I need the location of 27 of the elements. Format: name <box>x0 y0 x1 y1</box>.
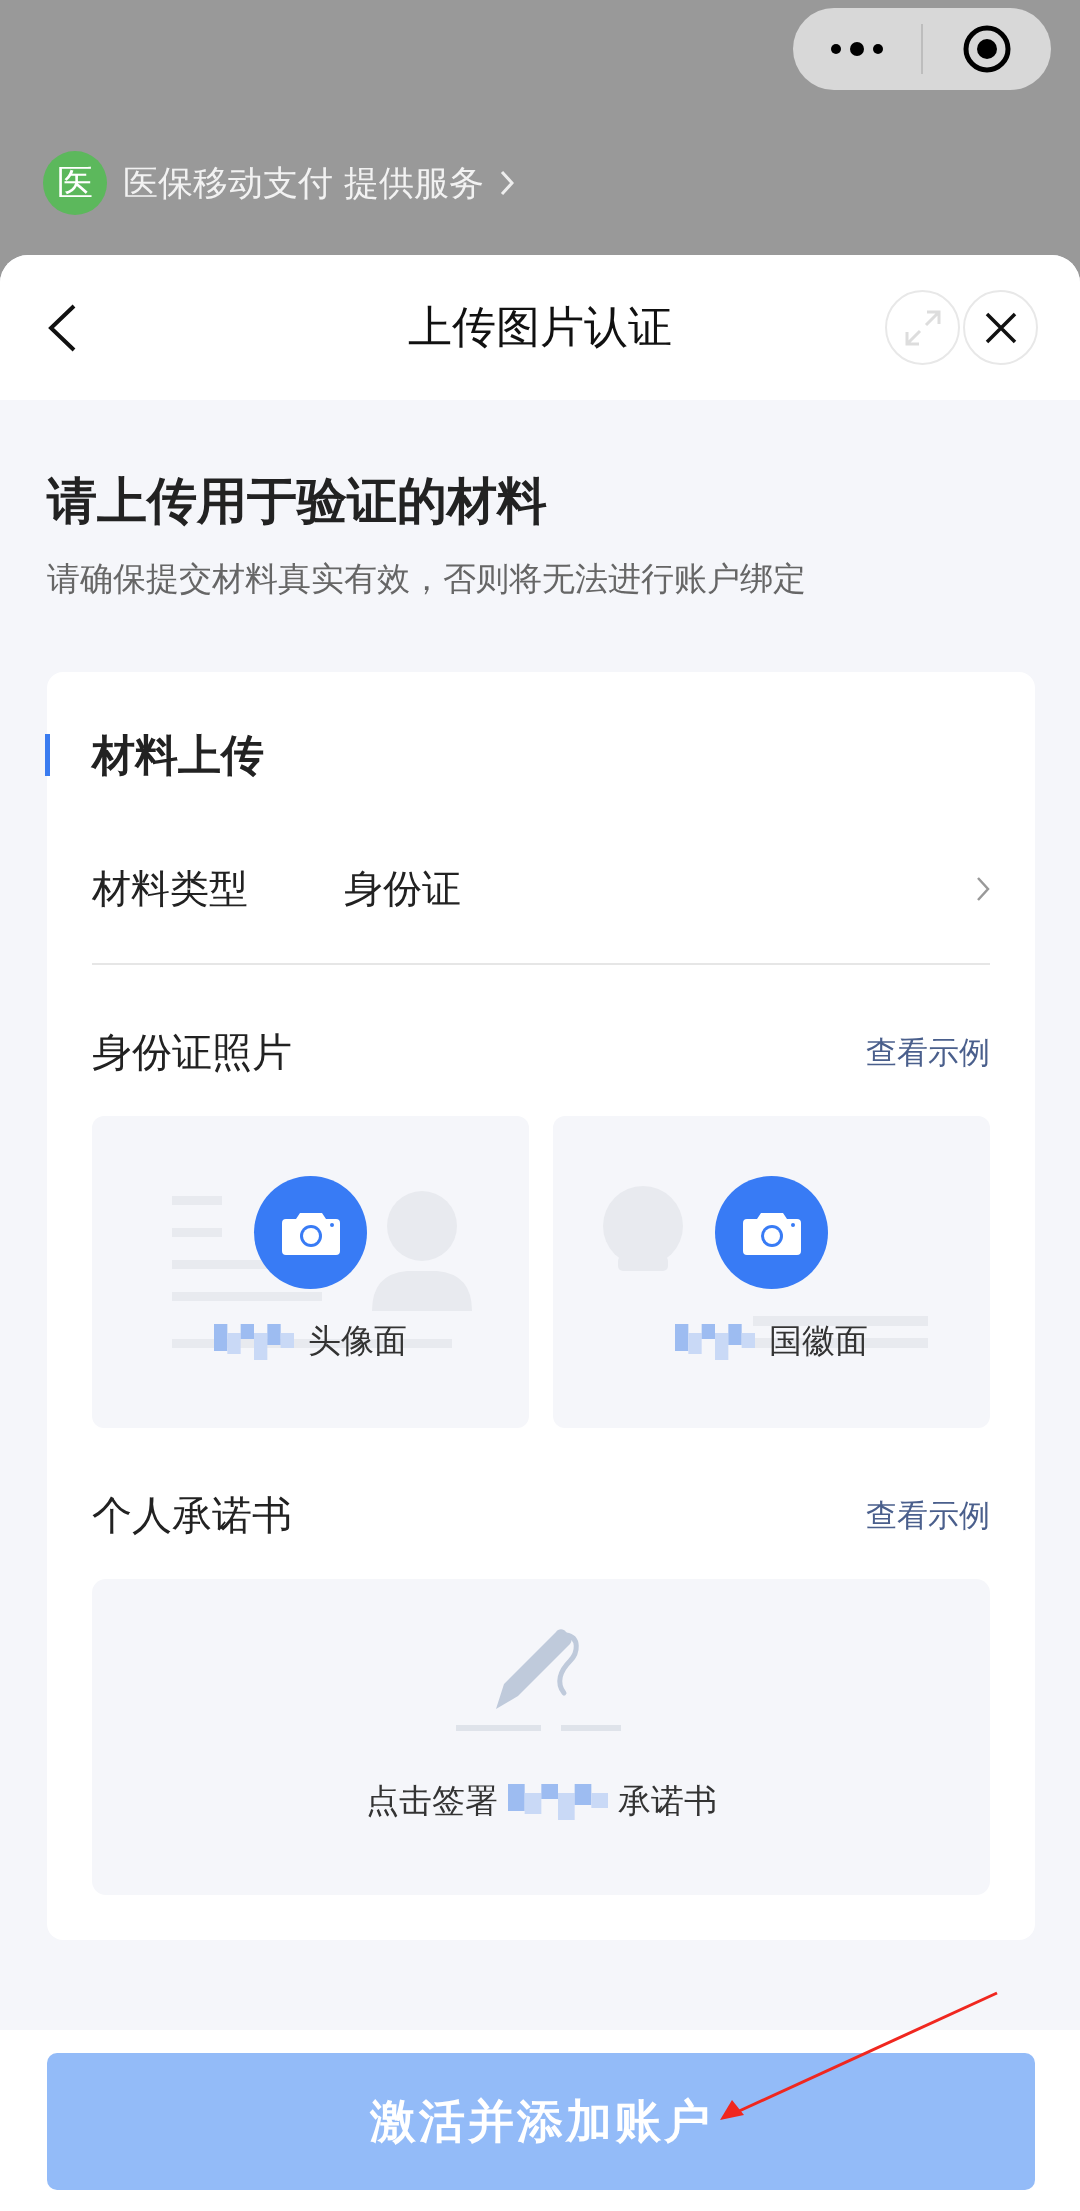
record-icon[interactable] <box>962 24 1012 74</box>
page-heading: 请上传用于验证的材料 <box>47 471 548 532</box>
example-link[interactable]: 查看示例 <box>866 1494 990 1537</box>
field-value: 身份证 <box>344 865 462 913</box>
subtitle: 请确保提交材料真实有效，否则将无法进行账户绑定 <box>47 558 807 600</box>
accent-bar <box>45 734 50 776</box>
material-type-row[interactable]: 材料类型 身份证 <box>92 815 990 965</box>
close-icon <box>983 310 1018 345</box>
chevron-right-icon <box>500 170 515 196</box>
example-link[interactable]: 查看示例 <box>866 1031 990 1074</box>
camera-icon <box>281 1210 340 1255</box>
pledge-label: 点击签署 <box>365 1781 498 1821</box>
section-title: 个人承诺书 <box>92 1491 292 1540</box>
section-title: 身份证照片 <box>92 1028 292 1077</box>
camera-icon <box>742 1210 801 1255</box>
sign-pledge-tile[interactable]: 点击签署 承诺书 <box>92 1579 990 1895</box>
field-label: 材料类型 <box>92 865 249 913</box>
id-upload-tile[interactable]: 国徽面 <box>553 1116 990 1428</box>
provider-logo: 医 <box>43 151 107 215</box>
page-title: 上传图片认证 <box>408 300 672 354</box>
id-upload-tile[interactable]: 头像面 <box>92 1116 529 1428</box>
pledge-label: 承诺书 <box>617 1781 717 1821</box>
more-icon[interactable] <box>830 42 884 56</box>
card-title: 材料上传 <box>92 729 265 782</box>
tile-label: 头像面 <box>308 1320 407 1362</box>
tile-label: 国徽面 <box>769 1320 868 1362</box>
chevron-right-icon <box>976 876 990 902</box>
